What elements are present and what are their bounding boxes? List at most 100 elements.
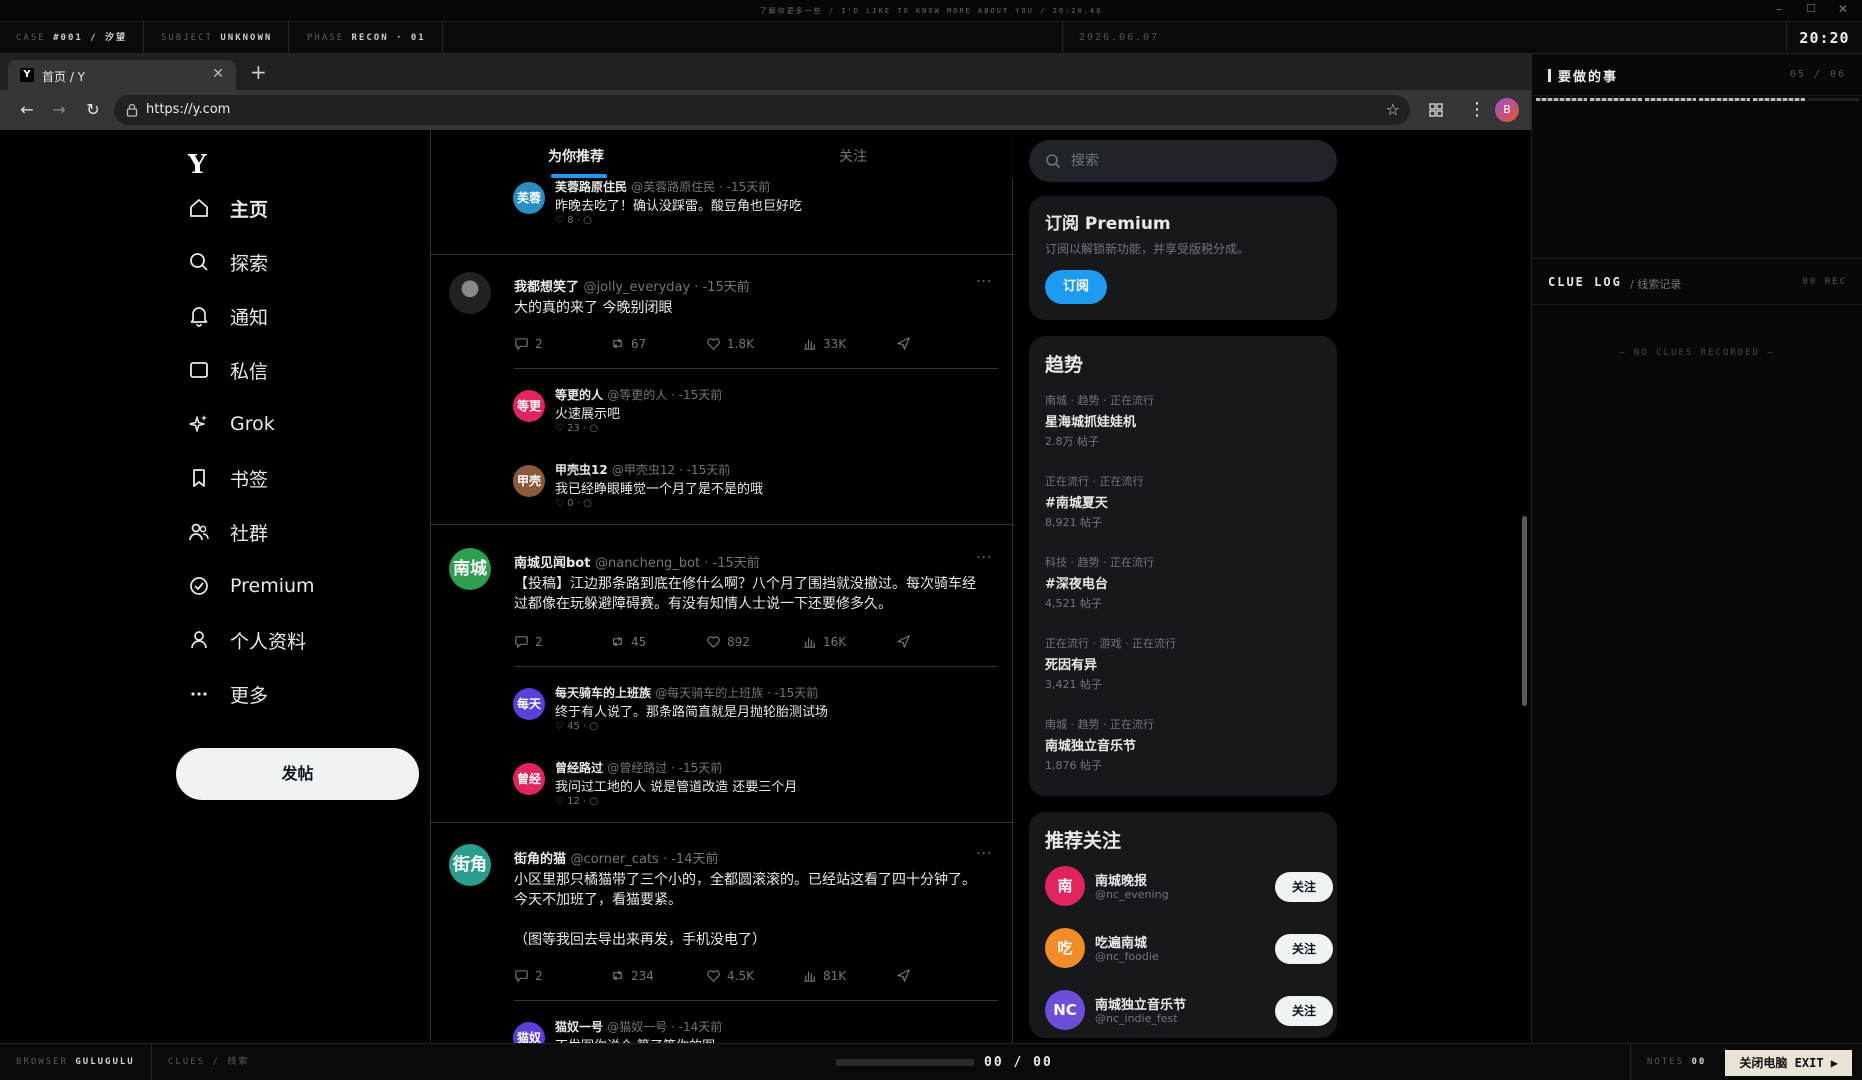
todo-title: 要做的事 (1558, 70, 1619, 85)
hud-notes[interactable]: NOTES 00 (1630, 1044, 1722, 1080)
reply-avatar[interactable]: 每天 (513, 688, 545, 720)
nav-item-9[interactable]: 更多 (188, 679, 268, 709)
new-tab-icon[interactable]: + (250, 60, 267, 84)
repost-button[interactable]: 67 (610, 336, 646, 351)
address-bar[interactable]: https://y.com ☆ (114, 95, 1410, 125)
exit-button[interactable]: 关闭电脑 EXIT ▶ (1725, 1050, 1852, 1076)
share-button[interactable] (896, 634, 911, 649)
nav-item-7[interactable]: Premium (188, 571, 315, 601)
post-avatar[interactable]: 南城 (449, 548, 491, 590)
follow-suggestion[interactable]: NC 南城独立音乐节 @nc_indie_fest 关注 (1045, 988, 1333, 1032)
post-more-icon[interactable]: ··· (976, 550, 992, 566)
page-scrollbar[interactable] (1522, 516, 1527, 706)
like-button[interactable]: 1.8K (706, 336, 754, 351)
reply-avatar[interactable]: 芙蓉 (513, 182, 545, 214)
reply-author[interactable]: 甲壳虫12 @甲壳虫12 · -15天前 (555, 461, 730, 478)
post-author[interactable]: 我都想笑了 @jolly_everyday · -15天前 (514, 276, 750, 295)
nav-item-1[interactable]: 探索 (188, 247, 268, 277)
nav-item-6[interactable]: 社群 (188, 517, 268, 547)
reply-avatar[interactable]: 等更 (513, 390, 545, 422)
trend-count: 4,521 帖子 (1045, 597, 1102, 610)
nav-item-3[interactable]: 私信 (188, 355, 268, 385)
reply-author[interactable]: 每天骑车的上班族 @每天骑车的上班族 · -15天前 (555, 684, 818, 701)
reload-icon[interactable]: ↻ (82, 99, 104, 121)
thread-divider (514, 368, 998, 369)
trend-item[interactable]: 正在流行 · 正在流行 #南城夏天 8,921 帖子 (1045, 473, 1325, 530)
trend-item[interactable]: 正在流行 · 游戏 · 正在流行 死因有异 3,421 帖子 (1045, 635, 1325, 692)
suggestion-avatar[interactable]: 南 (1045, 866, 1085, 906)
clue-log-header: CLUE LOG / 线索记录 00 REC (1532, 259, 1862, 305)
trend-item[interactable]: 南城 · 趋势 · 正在流行 南城独立音乐节 1,876 帖子 (1045, 716, 1325, 773)
reply-button[interactable]: 2 (514, 336, 543, 351)
reply-author[interactable]: 芙蓉路原住民 @芙蓉路原住民 · -15天前 (555, 178, 770, 195)
reply-avatar[interactable]: 甲壳 (513, 465, 545, 497)
bookmark-star-icon[interactable]: ☆ (1386, 100, 1400, 119)
tab-close-icon[interactable]: ✕ (212, 66, 224, 82)
reply-author[interactable]: 猫奴一号 @猫奴一号 · -14天前 (555, 1018, 722, 1035)
minimize-icon[interactable]: – (1776, 2, 1782, 16)
trend-item[interactable]: 科技 · 趋势 · 正在流行 #深夜电台 4,521 帖子 (1045, 554, 1325, 611)
repost-button[interactable]: 45 (610, 634, 646, 649)
share-button[interactable] (896, 336, 911, 351)
post-author[interactable]: 南城见闻bot @nancheng_bot · -15天前 (514, 552, 760, 571)
reply-avatar[interactable]: 曾经 (513, 763, 545, 795)
reply-avatar[interactable]: 猫奴 (513, 1022, 545, 1043)
search-input[interactable] (1071, 150, 1311, 172)
reply-author[interactable]: 等更的人 @等更的人 · -15天前 (555, 386, 722, 403)
share-button[interactable] (896, 968, 911, 983)
follow-button[interactable]: 关注 (1275, 996, 1333, 1026)
tab-for-you[interactable]: 为你推荐 (548, 146, 604, 166)
follow-suggestion[interactable]: 吃 吃遍南城 @nc_foodie 关注 (1045, 926, 1333, 970)
close-icon[interactable]: ✕ (1838, 2, 1848, 16)
reply-meta: @等更的人 · -15天前 (607, 388, 723, 402)
trend-item[interactable]: 南城 · 趋势 · 正在流行 星海城抓娃娃机 2.8万 帖子 (1045, 392, 1325, 449)
reply-stats[interactable]: ♡ 0 · ○ (555, 498, 592, 509)
nav-item-8[interactable]: 个人资料 (188, 625, 306, 655)
suggestion-avatar[interactable]: 吃 (1045, 928, 1085, 968)
views-button[interactable]: 16K (802, 634, 846, 649)
profile-avatar[interactable]: B (1495, 98, 1519, 122)
post-button[interactable]: 发帖 (176, 748, 419, 800)
todo-list (1532, 104, 1862, 259)
follow-button[interactable]: 关注 (1275, 872, 1333, 902)
post-author[interactable]: 街角的猫 @corner_cats · -14天前 (514, 848, 718, 867)
reply-stats[interactable]: ♡ 12 · ○ (555, 796, 598, 807)
follow-button[interactable]: 关注 (1275, 934, 1333, 964)
people-icon (189, 523, 209, 541)
reply-button[interactable]: 2 (514, 634, 543, 649)
views-button[interactable]: 33K (802, 336, 846, 351)
menu-kebab-icon[interactable]: ⋮ (1466, 99, 1488, 121)
maximize-icon[interactable]: ☐ (1806, 2, 1816, 15)
reply-button[interactable]: 2 (514, 968, 543, 983)
site-logo[interactable]: Y (188, 150, 207, 180)
reply-author[interactable]: 曾经路过 @曾经路过 · -15天前 (555, 759, 722, 776)
views-button[interactable]: 81K (802, 968, 846, 983)
hud-clues[interactable]: CLUES / 线索 (152, 1044, 265, 1080)
nav-item-5[interactable]: 书签 (188, 463, 268, 493)
nav-item-0[interactable]: 主页 (188, 193, 268, 223)
subscribe-button[interactable]: 订阅 (1045, 270, 1107, 304)
post-more-icon[interactable]: ··· (976, 846, 992, 862)
forward-icon[interactable]: → (48, 99, 70, 121)
post-more-icon[interactable]: ··· (976, 274, 992, 290)
follow-suggestion[interactable]: 南 南城晚报 @nc_evening 关注 (1045, 864, 1333, 908)
post-avatar[interactable] (449, 272, 491, 314)
post-avatar[interactable]: 街角 (449, 844, 491, 886)
reply-stats[interactable]: ♡ 23 · ○ (555, 423, 598, 434)
nav-item-2[interactable]: 通知 (188, 301, 268, 331)
tab-following[interactable]: 关注 (839, 146, 867, 166)
extensions-icon[interactable] (1428, 102, 1444, 118)
reply-stats[interactable]: ♡ 45 · ○ (555, 721, 598, 732)
hud-subject: SUBJECT UNKNOWN (145, 22, 290, 54)
suggestion-avatar[interactable]: NC (1045, 990, 1085, 1030)
like-button[interactable]: 4.5K (706, 968, 754, 983)
reply-stats[interactable]: ♡ 8 · ○ (555, 215, 592, 226)
search-box[interactable] (1029, 140, 1337, 182)
back-icon[interactable]: ← (16, 99, 38, 121)
nav-item-4[interactable]: Grok (188, 409, 275, 439)
browser-tab[interactable]: Y 首页 / Y ✕ (8, 60, 236, 90)
repost-button[interactable]: 234 (610, 968, 654, 983)
like-button[interactable]: 892 (706, 634, 750, 649)
hud-phase-label: PHASE (307, 33, 345, 43)
trend-category: 南城 · 趋势 · 正在流行 (1045, 394, 1154, 407)
